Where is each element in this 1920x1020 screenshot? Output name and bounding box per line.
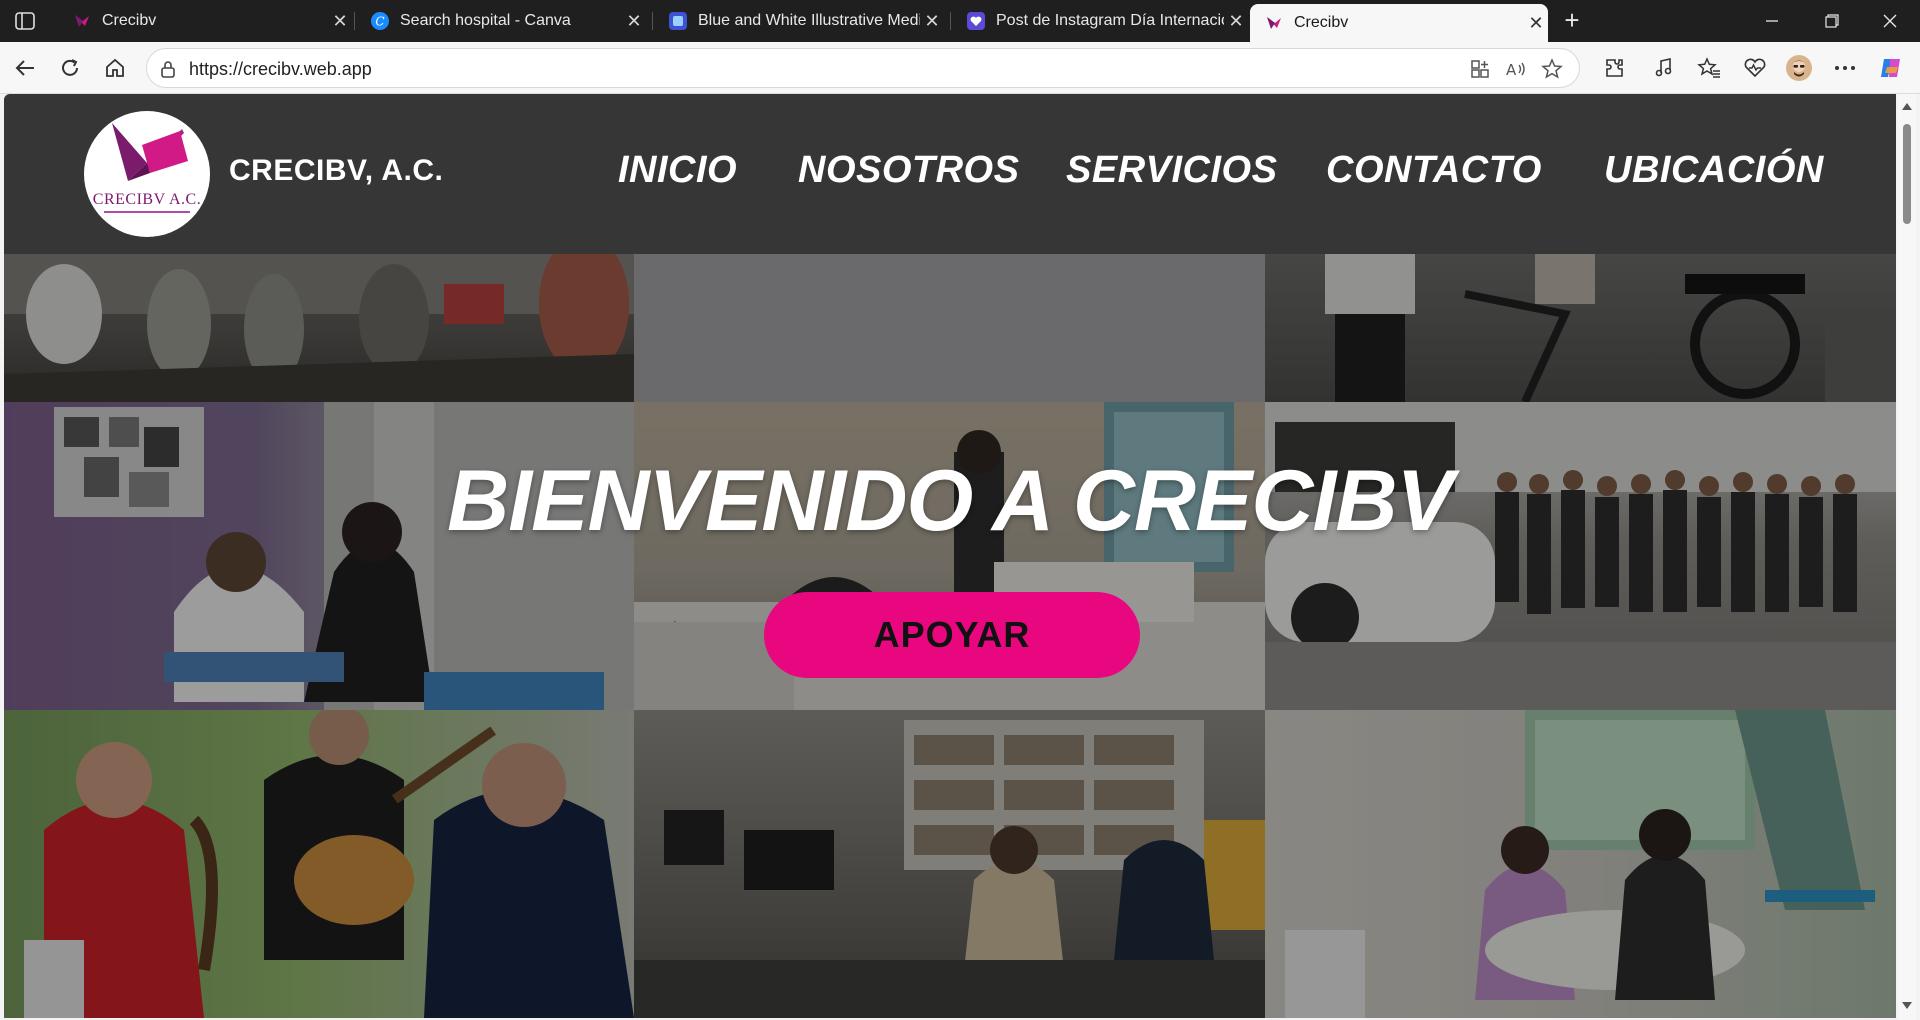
favorite-star-icon[interactable] xyxy=(1537,55,1567,83)
site-brand-name[interactable]: CRECIBV, A.C. xyxy=(229,154,443,188)
close-window-icon[interactable] xyxy=(1862,0,1918,42)
design-favicon-icon xyxy=(668,11,688,31)
crecibv-favicon-icon xyxy=(1264,13,1284,33)
photo-therapy-session xyxy=(4,402,634,710)
tab-bar: Crecibv ✕ C Search hospital - Canva ✕ Bl… xyxy=(0,0,1920,42)
extensions-icon[interactable] xyxy=(1598,52,1632,84)
back-arrow-icon[interactable] xyxy=(8,52,42,84)
copilot-icon[interactable] xyxy=(1874,52,1908,84)
sidebar-toggle-icon[interactable] xyxy=(10,8,40,34)
lock-icon[interactable] xyxy=(153,55,183,83)
hero-title: BIENVENIDO A CRECIBV xyxy=(447,453,1454,549)
heart-favicon-icon xyxy=(966,11,986,31)
app-available-icon[interactable] xyxy=(1465,55,1495,83)
close-tab-icon[interactable]: ✕ xyxy=(920,11,944,32)
nav-inicio[interactable]: INICIO xyxy=(618,149,737,192)
nav-nosotros[interactable]: NOSOTROS xyxy=(798,149,1019,192)
canva-favicon-icon: C xyxy=(370,11,390,31)
minimize-icon[interactable] xyxy=(1744,0,1800,42)
new-tab-button[interactable]: + xyxy=(1556,6,1588,36)
tab-medical-design[interactable]: Blue and White Illustrative Medical ✕ xyxy=(654,0,944,42)
tab-title: Crecibv xyxy=(102,12,157,29)
restore-icon[interactable] xyxy=(1804,0,1860,42)
logo-emblem-icon xyxy=(112,123,188,181)
home-icon[interactable] xyxy=(98,52,132,84)
crecibv-favicon-icon xyxy=(72,11,92,31)
tab-crecibv-1[interactable]: Crecibv ✕ xyxy=(58,0,352,42)
photo-guitar-class xyxy=(4,710,634,1018)
close-tab-icon[interactable]: ✕ xyxy=(1524,13,1548,34)
nav-servicios[interactable]: SERVICIOS xyxy=(1066,149,1277,192)
browser-toolbar: https://crecibv.web.app A xyxy=(0,42,1920,94)
logo-text: CRECIBV A.C. xyxy=(92,191,202,208)
profile-avatar[interactable] xyxy=(1782,52,1816,84)
photo-study-table xyxy=(1265,710,1896,1018)
scroll-up-icon[interactable] xyxy=(1898,100,1916,114)
url-text[interactable]: https://crecibv.web.app xyxy=(189,59,372,80)
tab-instagram-post[interactable]: Post de Instagram Día Internacional ✕ xyxy=(952,0,1248,42)
tab-title: Search hospital - Canva xyxy=(400,12,571,29)
photo-classroom-group xyxy=(4,254,634,402)
tab-title: Crecibv xyxy=(1294,14,1349,31)
read-aloud-icon[interactable]: A xyxy=(1501,55,1531,83)
photo-group-gathering xyxy=(1265,402,1896,710)
media-control-icon[interactable] xyxy=(1646,52,1680,84)
scroll-thumb[interactable] xyxy=(1903,124,1911,224)
browser-essentials-icon[interactable] xyxy=(1738,52,1772,84)
more-options-icon[interactable] xyxy=(1828,52,1862,84)
close-tab-icon[interactable]: ✕ xyxy=(622,11,646,32)
photo-exercise-bikes xyxy=(1265,254,1896,402)
address-bar[interactable]: https://crecibv.web.app A xyxy=(146,48,1580,88)
logo-underline xyxy=(104,211,190,213)
svg-text:C: C xyxy=(375,15,384,29)
refresh-icon[interactable] xyxy=(53,52,87,84)
tab-canva-search[interactable]: C Search hospital - Canva ✕ xyxy=(356,0,646,42)
favorites-icon[interactable] xyxy=(1692,52,1726,84)
photo-computer-lab xyxy=(634,710,1265,1018)
site-header: CRECIBV A.C. CRECIBV, A.C. INICIO NOSOTR… xyxy=(4,94,1896,254)
tab-title: Blue and White Illustrative Medical xyxy=(698,12,920,29)
tab-title: Post de Instagram Día Internacional xyxy=(996,12,1224,29)
photo-blank-placeholder xyxy=(634,254,1265,402)
close-tab-icon[interactable]: ✕ xyxy=(1224,11,1248,32)
close-tab-icon[interactable]: ✕ xyxy=(328,11,352,32)
page-viewport: CRECIBV A.C. CRECIBV, A.C. INICIO NOSOTR… xyxy=(4,94,1896,1018)
svg-text:A: A xyxy=(1506,61,1517,79)
scroll-down-icon[interactable] xyxy=(1898,998,1916,1012)
tab-crecibv-active[interactable]: Crecibv ✕ xyxy=(1250,4,1548,42)
nav-ubicacion[interactable]: UBICACIÓN xyxy=(1604,149,1824,192)
apoyar-button[interactable]: APOYAR xyxy=(764,592,1140,678)
page-scrollbar[interactable] xyxy=(1898,94,1916,1020)
crecibv-logo[interactable]: CRECIBV A.C. xyxy=(84,111,210,237)
nav-contacto[interactable]: CONTACTO xyxy=(1326,149,1542,192)
